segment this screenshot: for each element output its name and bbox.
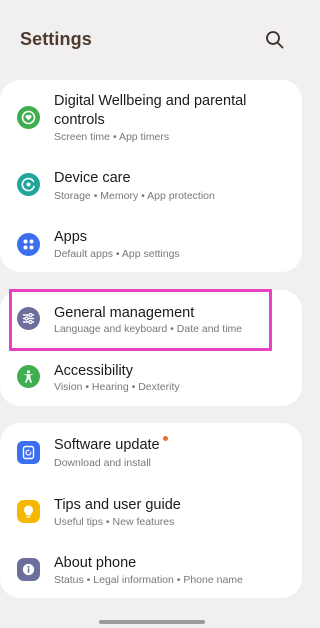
- list-item-accessibility[interactable]: Accessibility Vision • Hearing • Dexteri…: [0, 350, 302, 406]
- software-update-icon: [17, 441, 40, 464]
- highlight-box: [9, 289, 272, 351]
- list-item-tips[interactable]: Tips and user guide Useful tips • New fe…: [0, 485, 302, 541]
- home-indicator[interactable]: [99, 620, 205, 624]
- update-badge: [163, 436, 168, 441]
- list-item-apps[interactable]: Apps Default apps • App settings: [0, 216, 302, 272]
- list-item-about-phone[interactable]: About phone Status • Legal information •…: [0, 543, 302, 599]
- list-item-device-care[interactable]: Device care Storage • Memory • App prote…: [0, 158, 302, 214]
- item-subtitle: Screen time • App timers: [54, 131, 170, 143]
- accessibility-icon: [17, 365, 40, 388]
- info-icon: [17, 558, 40, 581]
- digital-wellbeing-icon: [17, 106, 40, 129]
- item-subtitle: Download and install: [54, 457, 151, 469]
- header: Settings: [0, 0, 302, 78]
- item-subtitle: Status • Legal information • Phone name: [54, 574, 243, 586]
- item-title: Apps: [54, 229, 88, 245]
- lightbulb-icon: [17, 500, 40, 523]
- item-title: Accessibility: [54, 363, 133, 379]
- list-item-digital-wellbeing[interactable]: Digital Wellbeing and parental controls …: [0, 80, 302, 152]
- item-title: Software update: [54, 437, 160, 453]
- item-subtitle: Storage • Memory • App protection: [54, 190, 215, 202]
- item-subtitle: Default apps • App settings: [54, 248, 180, 260]
- item-title: Digital Wellbeing and parental: [54, 93, 247, 109]
- page-title: Settings: [20, 29, 92, 49]
- device-care-icon: [17, 173, 40, 196]
- list-item-software-update[interactable]: Software update Download and install: [0, 426, 302, 482]
- item-subtitle: Vision • Hearing • Dexterity: [54, 381, 180, 393]
- item-title-line2: controls: [54, 112, 105, 128]
- apps-icon: [17, 233, 40, 256]
- item-subtitle: Useful tips • New features: [54, 516, 175, 528]
- item-title: Tips and user guide: [54, 497, 181, 513]
- item-title: Device care: [54, 170, 131, 186]
- search-icon[interactable]: [264, 29, 286, 51]
- item-title: About phone: [54, 555, 137, 571]
